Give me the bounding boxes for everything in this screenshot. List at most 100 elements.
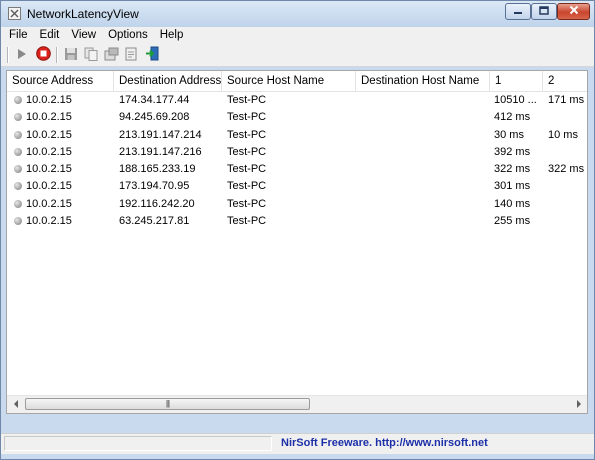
column-destination-address[interactable]: Destination Address bbox=[114, 71, 222, 91]
app-icon bbox=[8, 7, 21, 20]
latency-1: 255 ms bbox=[494, 215, 531, 228]
column-source-address[interactable]: Source Address bbox=[7, 71, 114, 91]
minimize-button[interactable] bbox=[505, 3, 531, 20]
latency-1: 140 ms bbox=[494, 197, 531, 210]
table-row[interactable]: 10.0.2.15 213.191.147.216 Test-PC 392 ms bbox=[7, 144, 587, 161]
destination-address: 173.194.70.95 bbox=[119, 180, 190, 193]
maximize-button[interactable] bbox=[531, 3, 557, 20]
toolbar bbox=[1, 43, 594, 67]
status-dot-icon bbox=[14, 165, 22, 174]
status-dot-icon bbox=[14, 199, 22, 208]
menu-bar: File Edit View Options Help bbox=[1, 27, 594, 43]
menu-file[interactable]: File bbox=[1, 27, 34, 43]
toolbar-separator bbox=[56, 47, 57, 63]
source-address: 10.0.2.15 bbox=[26, 163, 72, 176]
scroll-right-button[interactable] bbox=[570, 396, 587, 413]
toolbar-grip bbox=[7, 47, 8, 63]
source-address: 10.0.2.15 bbox=[26, 94, 72, 106]
scrollbar-thumb[interactable]: ||| bbox=[25, 398, 310, 410]
list-header: Source Address Destination Address Sourc… bbox=[7, 71, 587, 92]
destination-address: 192.116.242.20 bbox=[119, 197, 195, 210]
latency-2: 171 ms bbox=[548, 94, 585, 106]
app-window: NetworkLatencyView File Edit View Option… bbox=[0, 0, 595, 460]
column-1[interactable]: 1 bbox=[490, 71, 543, 91]
exit-icon bbox=[145, 46, 160, 64]
menu-options[interactable]: Options bbox=[102, 27, 154, 43]
source-host-name: Test-PC bbox=[227, 180, 267, 193]
scroll-left-icon bbox=[13, 399, 19, 411]
table-row[interactable]: 10.0.2.15 63.245.217.81 Test-PC 255 ms bbox=[7, 213, 587, 230]
destination-address: 94.245.69.208 bbox=[119, 111, 190, 124]
destination-address: 174.34.177.44 bbox=[119, 94, 190, 106]
latency-1: 412 ms bbox=[494, 111, 531, 124]
start-button[interactable] bbox=[14, 47, 30, 63]
latency-1: 322 ms bbox=[494, 163, 531, 176]
status-dot-icon bbox=[14, 96, 22, 104]
window-title: NetworkLatencyView bbox=[27, 7, 139, 21]
destination-address: 213.191.147.216 bbox=[119, 145, 202, 158]
status-panel bbox=[4, 436, 272, 451]
latency-1: 10510 ... bbox=[494, 94, 537, 106]
list-rows: 10.0.2.15 174.34.177.44 Test-PC 10510 ..… bbox=[7, 92, 587, 230]
stop-icon bbox=[35, 46, 51, 64]
table-row[interactable]: 10.0.2.15 174.34.177.44 Test-PC 10510 ..… bbox=[7, 92, 587, 109]
copy-button[interactable] bbox=[83, 47, 99, 63]
source-host-name: Test-PC bbox=[227, 215, 267, 228]
destination-address: 213.191.147.214 bbox=[119, 128, 202, 141]
latency-list[interactable]: Source Address Destination Address Sourc… bbox=[6, 70, 588, 414]
latency-1: 30 ms bbox=[494, 128, 524, 141]
status-dot-icon bbox=[14, 113, 22, 122]
latency-2: 322 ms bbox=[548, 163, 585, 176]
source-host-name: Test-PC bbox=[227, 128, 267, 141]
source-address: 10.0.2.15 bbox=[26, 128, 72, 141]
column-2[interactable]: 2 bbox=[543, 71, 587, 91]
source-address: 10.0.2.15 bbox=[26, 197, 72, 210]
source-address: 10.0.2.15 bbox=[26, 111, 72, 124]
html-report-button[interactable] bbox=[123, 47, 139, 63]
html-report-icon bbox=[124, 47, 138, 64]
table-row[interactable]: 10.0.2.15 173.194.70.95 Test-PC 301 ms bbox=[7, 178, 587, 195]
scroll-right-icon bbox=[576, 399, 582, 411]
column-destination-host-name[interactable]: Destination Host Name bbox=[356, 71, 490, 91]
menu-edit[interactable]: Edit bbox=[34, 27, 66, 43]
properties-button[interactable] bbox=[103, 47, 119, 63]
column-source-host-name[interactable]: Source Host Name bbox=[222, 71, 356, 91]
save-button[interactable] bbox=[63, 47, 79, 63]
title-bar[interactable]: NetworkLatencyView bbox=[1, 1, 594, 27]
close-button[interactable] bbox=[557, 3, 590, 20]
table-row[interactable]: 10.0.2.15 192.116.242.20 Test-PC 140 ms bbox=[7, 196, 587, 213]
horizontal-scrollbar[interactable]: ||| bbox=[7, 395, 587, 413]
latency-2: 10 ms bbox=[548, 128, 578, 141]
properties-icon bbox=[104, 47, 119, 64]
scroll-left-button[interactable] bbox=[7, 396, 24, 413]
latency-1: 301 ms bbox=[494, 180, 531, 193]
maximize-icon bbox=[539, 5, 549, 18]
status-dot-icon bbox=[14, 130, 22, 139]
nirsoft-link[interactable]: NirSoft Freeware. http://www.nirsoft.net bbox=[281, 437, 488, 449]
stop-button[interactable] bbox=[35, 46, 51, 64]
table-row[interactable]: 10.0.2.15 213.191.147.214 Test-PC 30 ms … bbox=[7, 127, 587, 144]
table-row[interactable]: 10.0.2.15 188.165.233.19 Test-PC 322 ms … bbox=[7, 161, 587, 178]
menu-help[interactable]: Help bbox=[154, 27, 190, 43]
source-host-name: Test-PC bbox=[227, 197, 267, 210]
start-icon bbox=[16, 48, 28, 63]
source-host-name: Test-PC bbox=[227, 145, 267, 158]
source-address: 10.0.2.15 bbox=[26, 145, 72, 158]
status-dot-icon bbox=[14, 182, 22, 191]
copy-icon bbox=[84, 47, 98, 64]
menu-view[interactable]: View bbox=[65, 27, 102, 43]
source-host-name: Test-PC bbox=[227, 94, 267, 106]
status-bar: NirSoft Freeware. http://www.nirsoft.net bbox=[1, 433, 594, 454]
latency-1: 392 ms bbox=[494, 145, 531, 158]
destination-address: 63.245.217.81 bbox=[119, 215, 190, 228]
exit-button[interactable] bbox=[144, 46, 160, 64]
scrollbar-grip-icon: ||| bbox=[165, 399, 170, 408]
source-host-name: Test-PC bbox=[227, 111, 267, 124]
source-address: 10.0.2.15 bbox=[26, 180, 72, 193]
table-row[interactable]: 10.0.2.15 94.245.69.208 Test-PC 412 ms bbox=[7, 109, 587, 126]
minimize-icon bbox=[513, 6, 523, 18]
status-dot-icon bbox=[14, 147, 22, 156]
source-address: 10.0.2.15 bbox=[26, 215, 72, 228]
save-icon bbox=[64, 47, 78, 64]
source-host-name: Test-PC bbox=[227, 163, 267, 176]
